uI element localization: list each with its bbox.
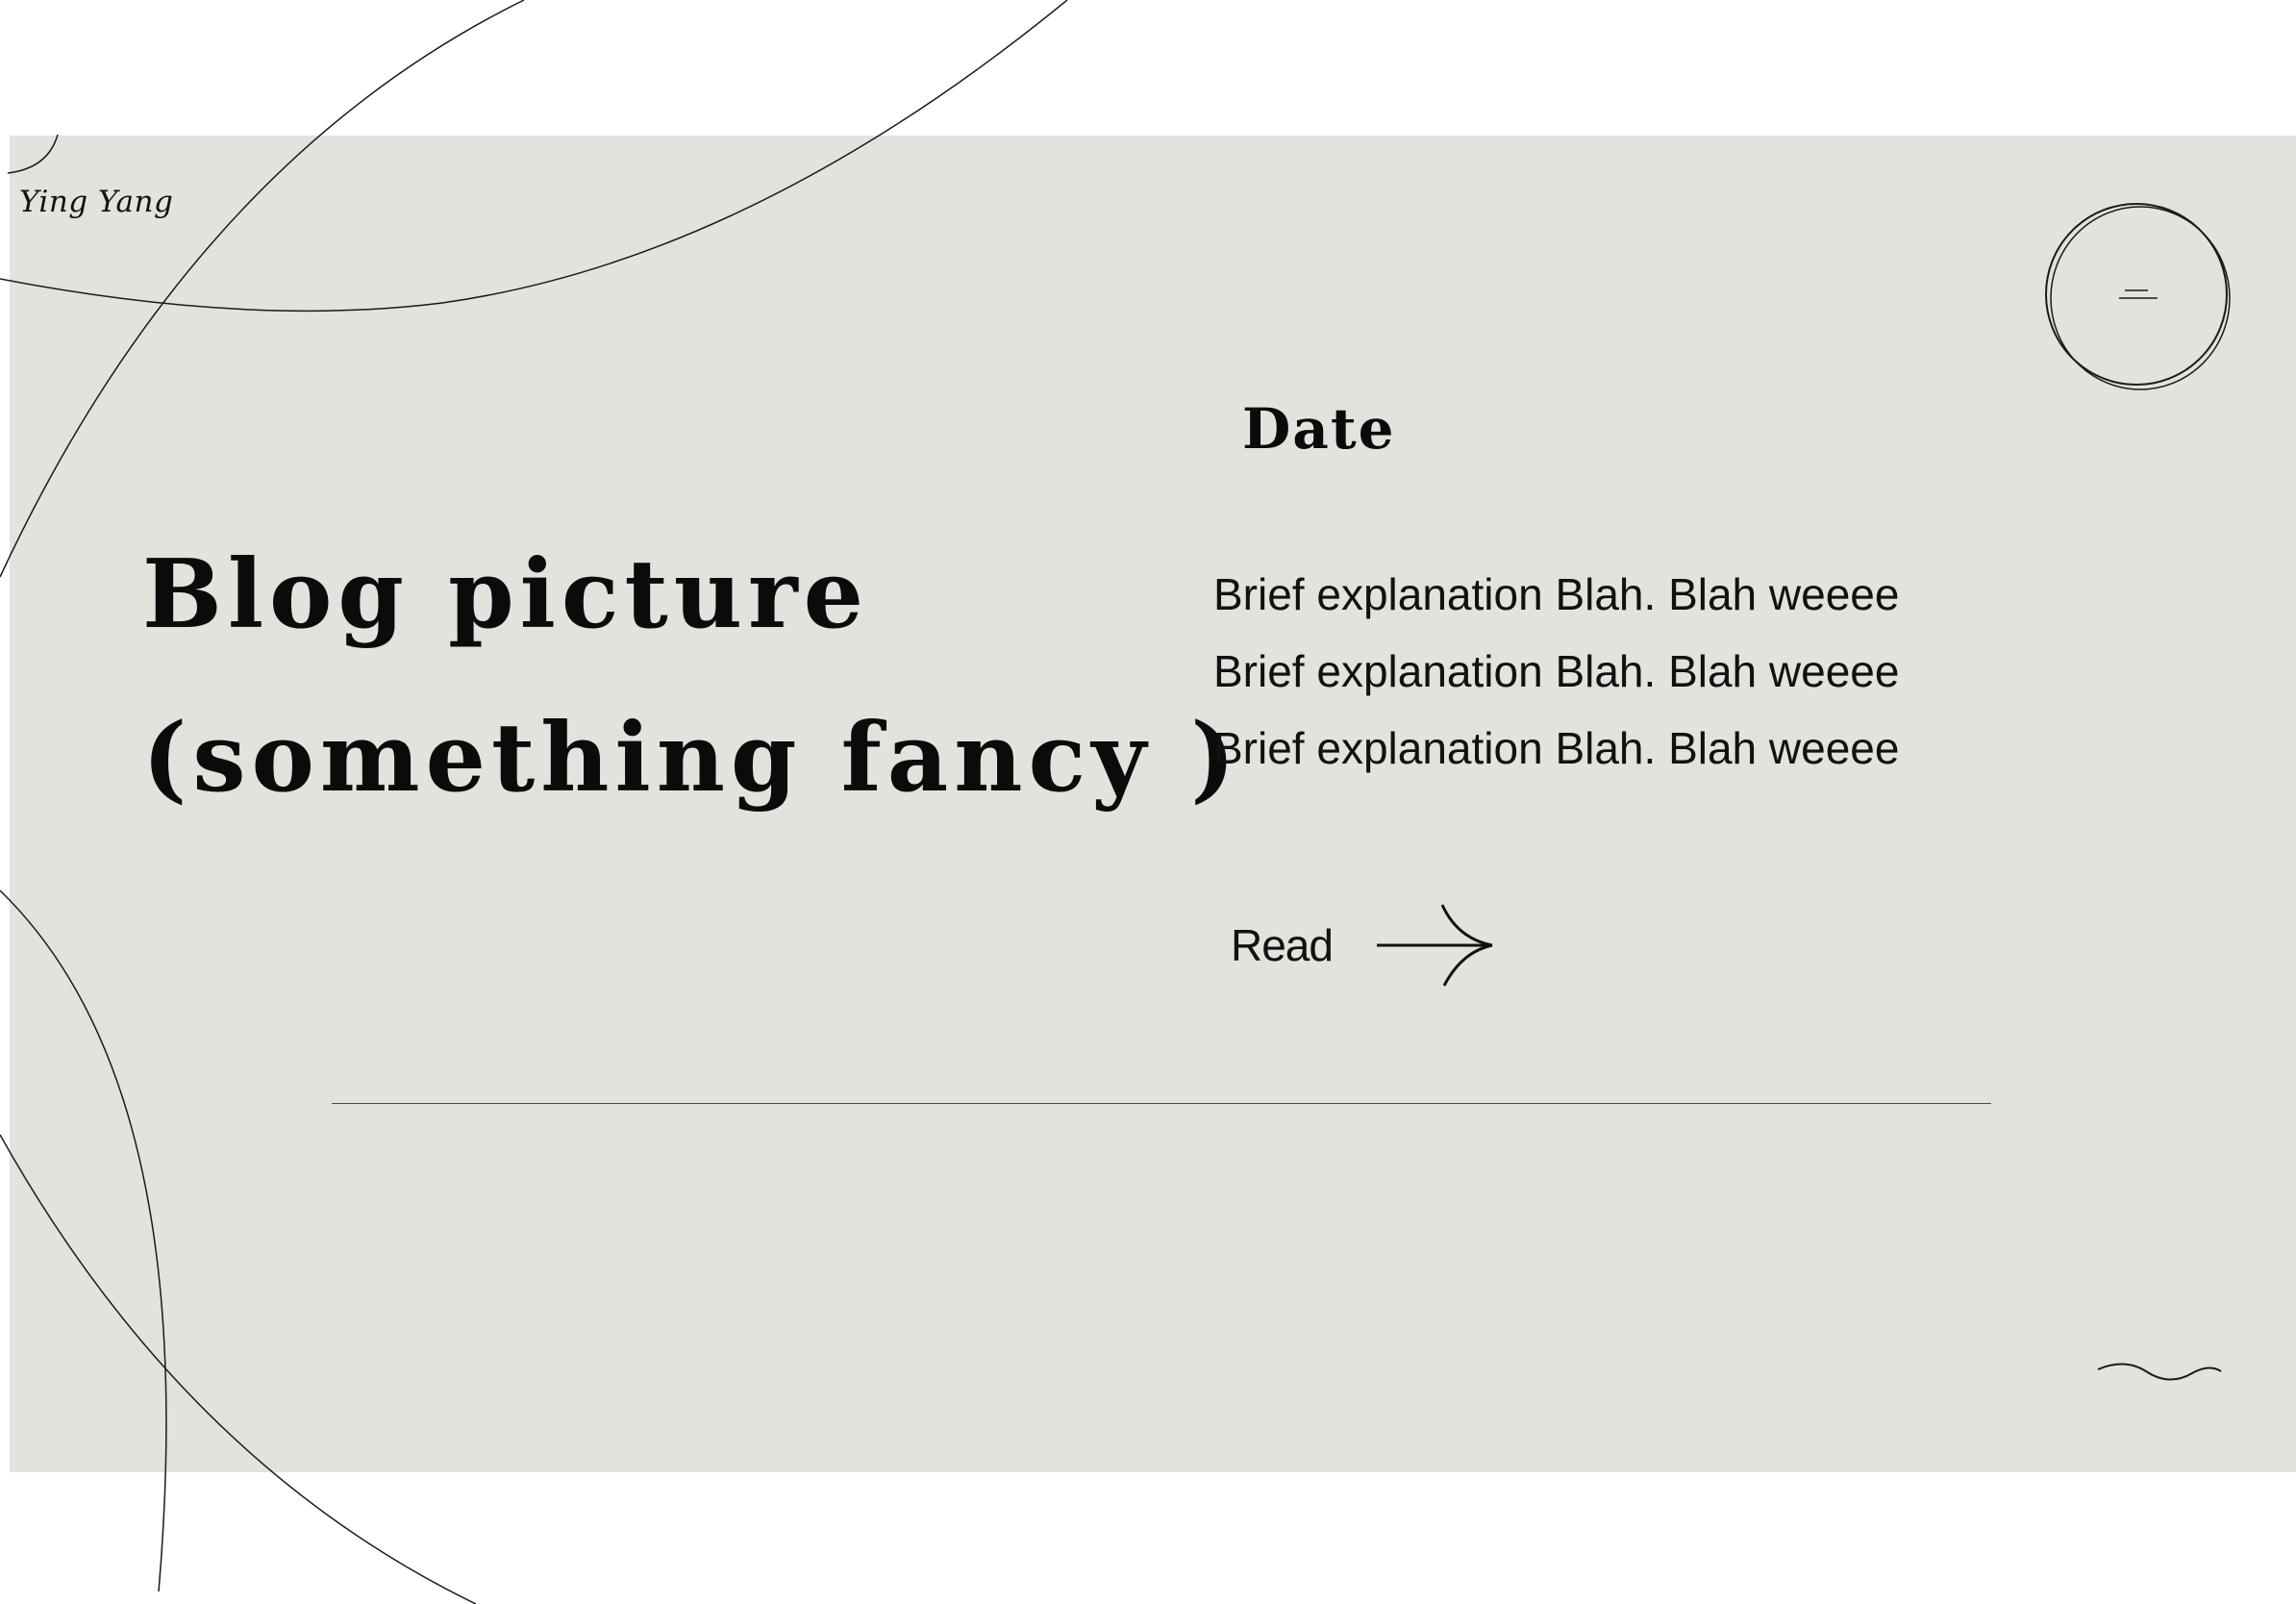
post-description: Brief explanation Blah. Blah weeee Brief… [1213,556,1899,787]
tilde-icon [2097,1363,2222,1381]
arrow-right-icon [1376,904,1493,987]
brand-logo-text[interactable]: Ying Yang [19,185,173,219]
page-title: Blog picture (something fancy ) [142,514,1241,840]
description-line: Brief explanation Blah. Blah weeee [1213,723,1900,773]
title-line-2: (something fancy ) [142,703,1241,814]
menu-icon [2119,289,2158,299]
post-date: Date [1242,396,1396,462]
description-line: Brief explanation Blah. Blah weeee [1213,646,1900,696]
page: Ying Yang Blog picture (something fancy … [0,0,2296,1604]
read-link[interactable]: Read [1231,902,1494,989]
menu-button[interactable] [2040,200,2236,392]
title-line-1: Blog picture [142,539,869,650]
description-line: Brief explanation Blah. Blah weeee [1213,569,1900,619]
divider [332,1103,1991,1104]
read-label: Read [1231,920,1334,970]
